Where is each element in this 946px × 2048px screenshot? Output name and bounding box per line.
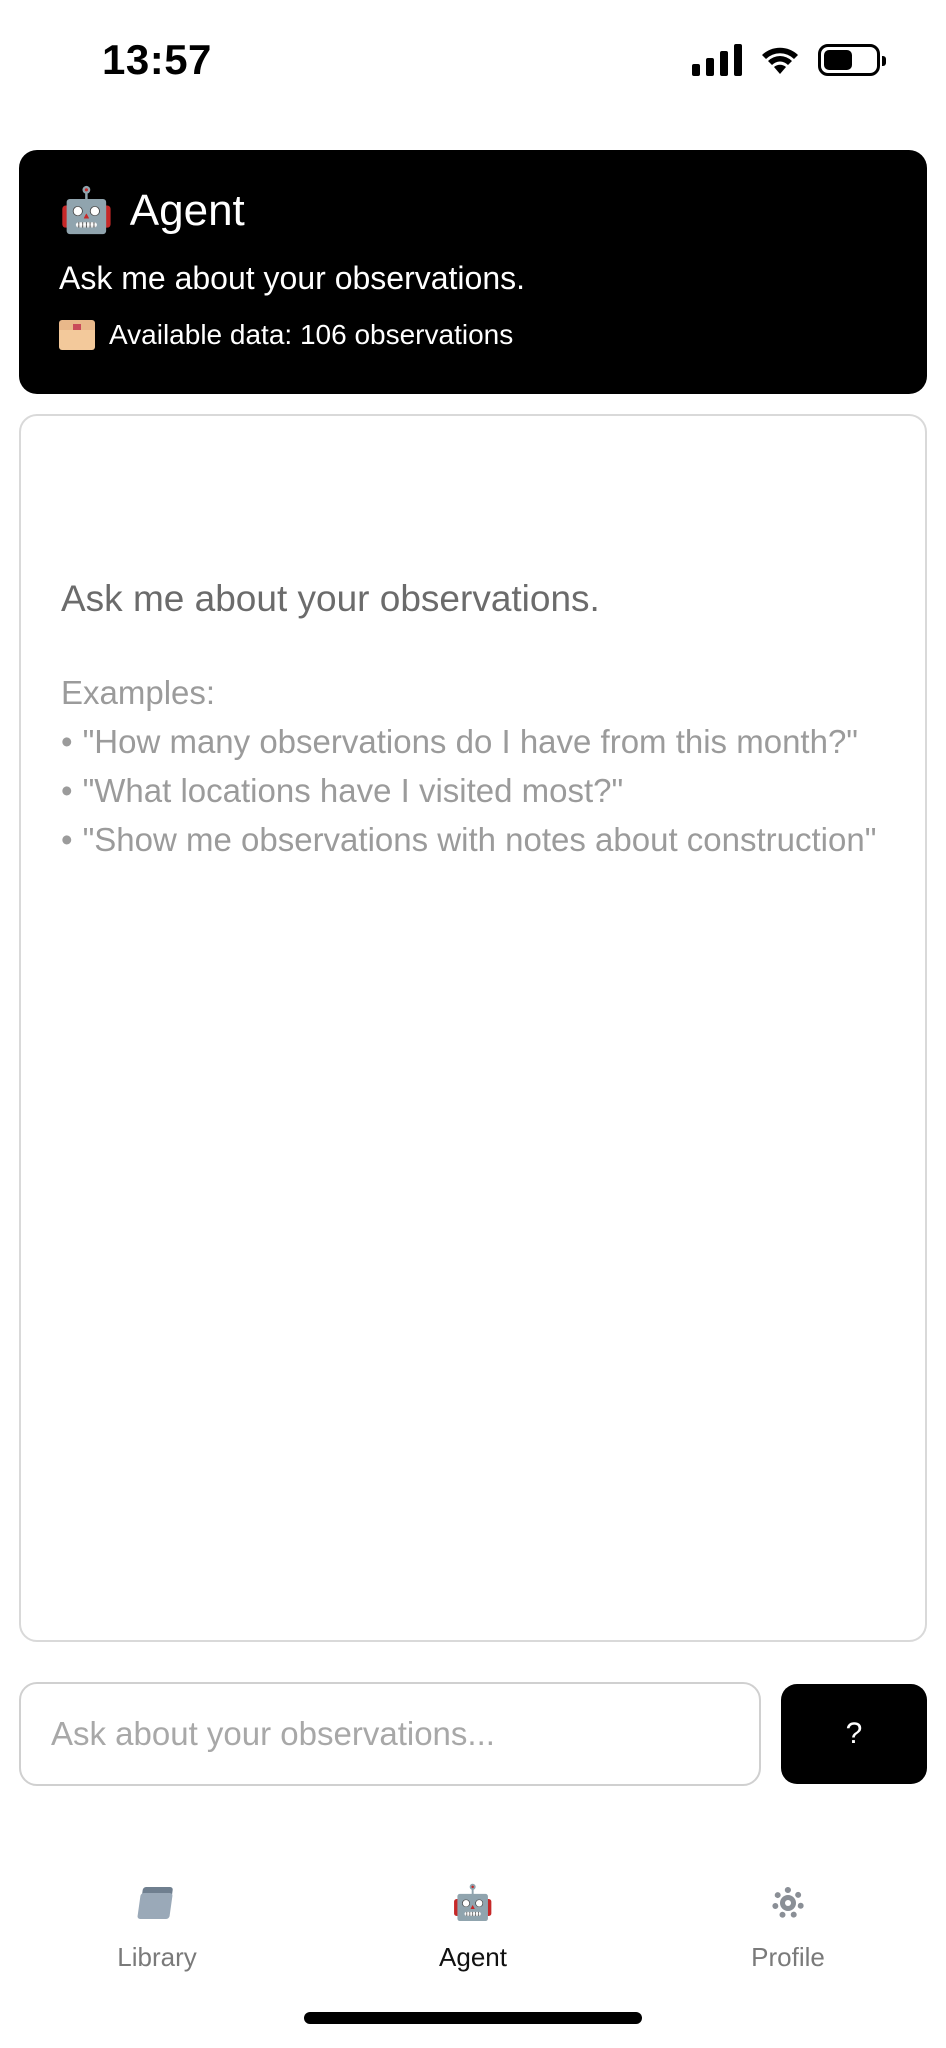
ask-submit-button[interactable]: ? — [781, 1684, 927, 1784]
tab-agent[interactable]: 🤖 Agent — [373, 1880, 573, 1973]
agent-screen: 13:57 🤖 Agent Ask me about your observat… — [0, 0, 946, 2048]
header-subtitle: Ask me about your observations. — [59, 260, 526, 296]
battery-icon — [818, 44, 886, 76]
cellular-signal-icon — [692, 44, 742, 76]
gear-icon — [770, 1880, 806, 1926]
available-data-text: Available data: 106 observations — [109, 319, 514, 350]
tab-agent-label: Agent — [439, 1942, 507, 1972]
robot-icon: 🤖 — [59, 186, 114, 235]
status-icons — [692, 44, 886, 76]
example-item: • "How many observations do I have from t… — [61, 723, 859, 760]
header-title-row: 🤖 Agent — [59, 186, 887, 236]
status-bar: 13:57 — [0, 0, 946, 130]
tab-profile-label: Profile — [751, 1942, 825, 1972]
bottom-tab-bar: Library 🤖 Agent Profile — [0, 1880, 946, 2000]
card-file-box-icon — [59, 320, 95, 350]
status-time: 13:57 — [102, 36, 212, 83]
example-item: • "Show me observations with notes about … — [61, 821, 877, 858]
tab-library[interactable]: Library — [57, 1880, 257, 1973]
examples-label: Examples: — [61, 674, 216, 711]
home-indicator[interactable] — [304, 2012, 642, 2024]
folder-icon — [137, 1880, 175, 1926]
robot-icon: 🤖 — [451, 1884, 495, 1922]
available-data-row: Available data: 106 observations — [59, 319, 887, 351]
chat-intro-text: Ask me about your observations. — [61, 578, 600, 619]
examples-list: Examples: • "How many observations do I h… — [61, 668, 885, 864]
agent-header-card: 🤖 Agent Ask me about your observations. … — [19, 150, 927, 394]
tab-library-label: Library — [117, 1942, 197, 1972]
ask-input[interactable] — [19, 1682, 761, 1786]
wifi-icon — [760, 44, 800, 76]
page-title: Agent — [129, 186, 245, 235]
tab-profile[interactable]: Profile — [688, 1880, 888, 1973]
chat-area[interactable]: Ask me about your observations. Examples… — [19, 414, 927, 1642]
example-item: • "What locations have I visited most?" — [61, 772, 624, 809]
